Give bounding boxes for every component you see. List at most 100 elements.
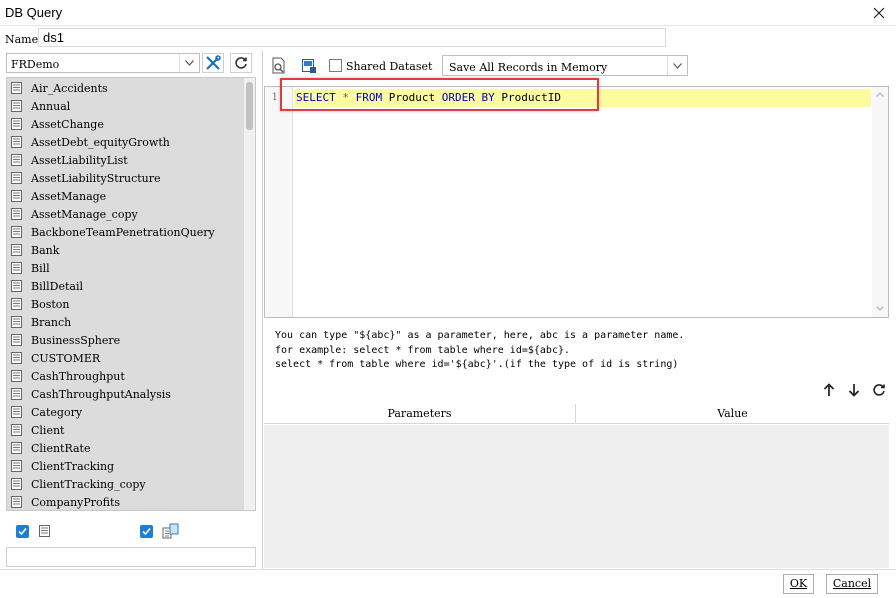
hint-line-3: select * from table where id='${abc}'.(i… <box>275 359 679 370</box>
table-icon <box>11 424 22 436</box>
close-button[interactable] <box>862 0 896 26</box>
move-down-button[interactable] <box>845 380 863 400</box>
show-views-checkbox[interactable] <box>140 525 153 538</box>
table-list-item[interactable]: Bank <box>7 241 244 259</box>
table-list-item[interactable]: Category <box>7 403 244 421</box>
table-name: AssetLiabilityList <box>31 153 128 167</box>
table-name: ClientRate <box>31 441 91 455</box>
table-icon <box>11 262 22 274</box>
connection-config-button[interactable] <box>202 53 224 73</box>
query-toolbar: Shared Dataset Save All Records in Memor… <box>266 54 892 78</box>
tree-scrollbar[interactable] <box>244 78 255 510</box>
parameters-body[interactable] <box>264 425 889 568</box>
refresh-icon <box>235 57 247 69</box>
table-list-item[interactable]: BillDetail <box>7 277 244 295</box>
table-list-item[interactable]: AssetManage <box>7 187 244 205</box>
table-name: BackboneTeamPenetrationQuery <box>31 225 215 239</box>
table-icon <box>11 406 22 418</box>
hint-line-1: You can type "${abc}" as a parameter, he… <box>275 330 685 341</box>
table-icon <box>11 478 22 490</box>
table-list-item[interactable]: CompanyProfits <box>7 493 244 510</box>
table-name: Boston <box>31 297 70 311</box>
table-list-item[interactable]: ClientTracking_copy <box>7 475 244 493</box>
parameter-hint: You can type "${abc}" as a parameter, he… <box>275 329 684 373</box>
table-list-item[interactable]: BackboneTeamPenetrationQuery <box>7 223 244 241</box>
table-list-item[interactable]: CUSTOMER <box>7 349 244 367</box>
page-query-button[interactable] <box>298 55 320 77</box>
arrow-up-icon <box>823 383 835 396</box>
parameters-header: Parameters Value <box>264 404 889 424</box>
table-search-input[interactable] <box>6 547 256 567</box>
table-list-item[interactable]: Client <box>7 421 244 439</box>
table-list-item[interactable]: CashThroughputAnalysis <box>7 385 244 403</box>
table-name: BillDetail <box>31 279 83 293</box>
memory-mode-select[interactable]: Save All Records in Memory <box>442 55 688 76</box>
page-icon <box>302 59 316 73</box>
table-list-item[interactable]: Branch <box>7 313 244 331</box>
refresh-button[interactable] <box>230 53 252 73</box>
table-icon <box>11 244 22 256</box>
table-icon <box>11 172 22 184</box>
column-header-parameters[interactable]: Parameters <box>264 404 576 424</box>
sql-editor[interactable]: 1 SELECT * FROM Product ORDER BY Product… <box>264 86 889 318</box>
table-list-item[interactable]: Bill <box>7 259 244 277</box>
table-icon <box>11 280 22 292</box>
datasource-value: FRDemo <box>11 58 60 71</box>
table-list-item[interactable]: Boston <box>7 295 244 313</box>
table-icon <box>11 388 22 400</box>
scroll-up-icon <box>876 92 884 97</box>
table-icon <box>11 370 22 382</box>
table-list-item[interactable]: BusinessSphere <box>7 331 244 349</box>
table-icon <box>11 442 22 454</box>
table-name: Branch <box>31 315 72 329</box>
table-list-item[interactable]: AssetChange <box>7 115 244 133</box>
show-tables-checkbox[interactable] <box>16 525 29 538</box>
name-row: Name: ds1 <box>0 27 896 51</box>
table-icon <box>11 334 22 346</box>
table-list-item[interactable]: ClientTracking <box>7 457 244 475</box>
move-up-button[interactable] <box>820 380 838 400</box>
table-list-item[interactable]: AssetLiabilityStructure <box>7 169 244 187</box>
table-icon <box>11 118 22 130</box>
shared-dataset-checkbox[interactable] <box>329 59 342 72</box>
table-icon <box>11 316 22 328</box>
tools-icon <box>206 55 221 70</box>
column-header-value[interactable]: Value <box>576 404 889 424</box>
table-tree[interactable]: Air_Accidents Annual AssetChange AssetDebt_… <box>6 77 256 511</box>
table-icon <box>11 208 22 220</box>
editor-scrollbar[interactable] <box>872 87 888 317</box>
table-name: Air_Accidents <box>31 81 108 95</box>
ok-button-label: OK <box>789 577 808 590</box>
table-list-item[interactable]: AssetDebt_equityGrowth <box>7 133 244 151</box>
memory-mode-value: Save All Records in Memory <box>449 61 608 74</box>
panel-splitter[interactable] <box>262 51 263 569</box>
table-list-item[interactable]: CashThroughput <box>7 367 244 385</box>
tree-scroll-thumb[interactable] <box>246 82 253 130</box>
table-icon <box>11 298 22 310</box>
table-name: Category <box>31 405 83 419</box>
datasource-select[interactable]: FRDemo <box>6 53 200 73</box>
check-icon <box>142 527 151 536</box>
shared-dataset-label: Shared Dataset <box>346 60 433 73</box>
table-icon <box>38 524 52 541</box>
table-name: ClientTracking_copy <box>31 477 146 491</box>
cancel-button[interactable]: Cancel <box>826 574 878 594</box>
table-list-item[interactable]: Annual <box>7 97 244 115</box>
scroll-down-icon <box>876 306 884 311</box>
preview-icon <box>272 57 285 74</box>
preview-button[interactable] <box>268 55 290 77</box>
dataset-name-input[interactable]: ds1 <box>38 28 666 47</box>
arrow-down-icon <box>848 384 860 397</box>
ok-button[interactable]: OK <box>783 574 814 594</box>
table-list-item[interactable]: AssetLiabilityList <box>7 151 244 169</box>
table-list: Air_Accidents Annual AssetChange AssetDebt_… <box>7 78 244 510</box>
table-list-item[interactable]: Air_Accidents <box>7 79 244 97</box>
check-icon <box>18 527 27 536</box>
table-list-item[interactable]: AssetManage_copy <box>7 205 244 223</box>
table-icon <box>11 190 22 202</box>
refresh-parameters-button[interactable] <box>870 380 888 400</box>
line-number: 1 <box>271 92 278 103</box>
parameter-tools <box>820 380 890 400</box>
table-icon <box>11 154 22 166</box>
table-list-item[interactable]: ClientRate <box>7 439 244 457</box>
